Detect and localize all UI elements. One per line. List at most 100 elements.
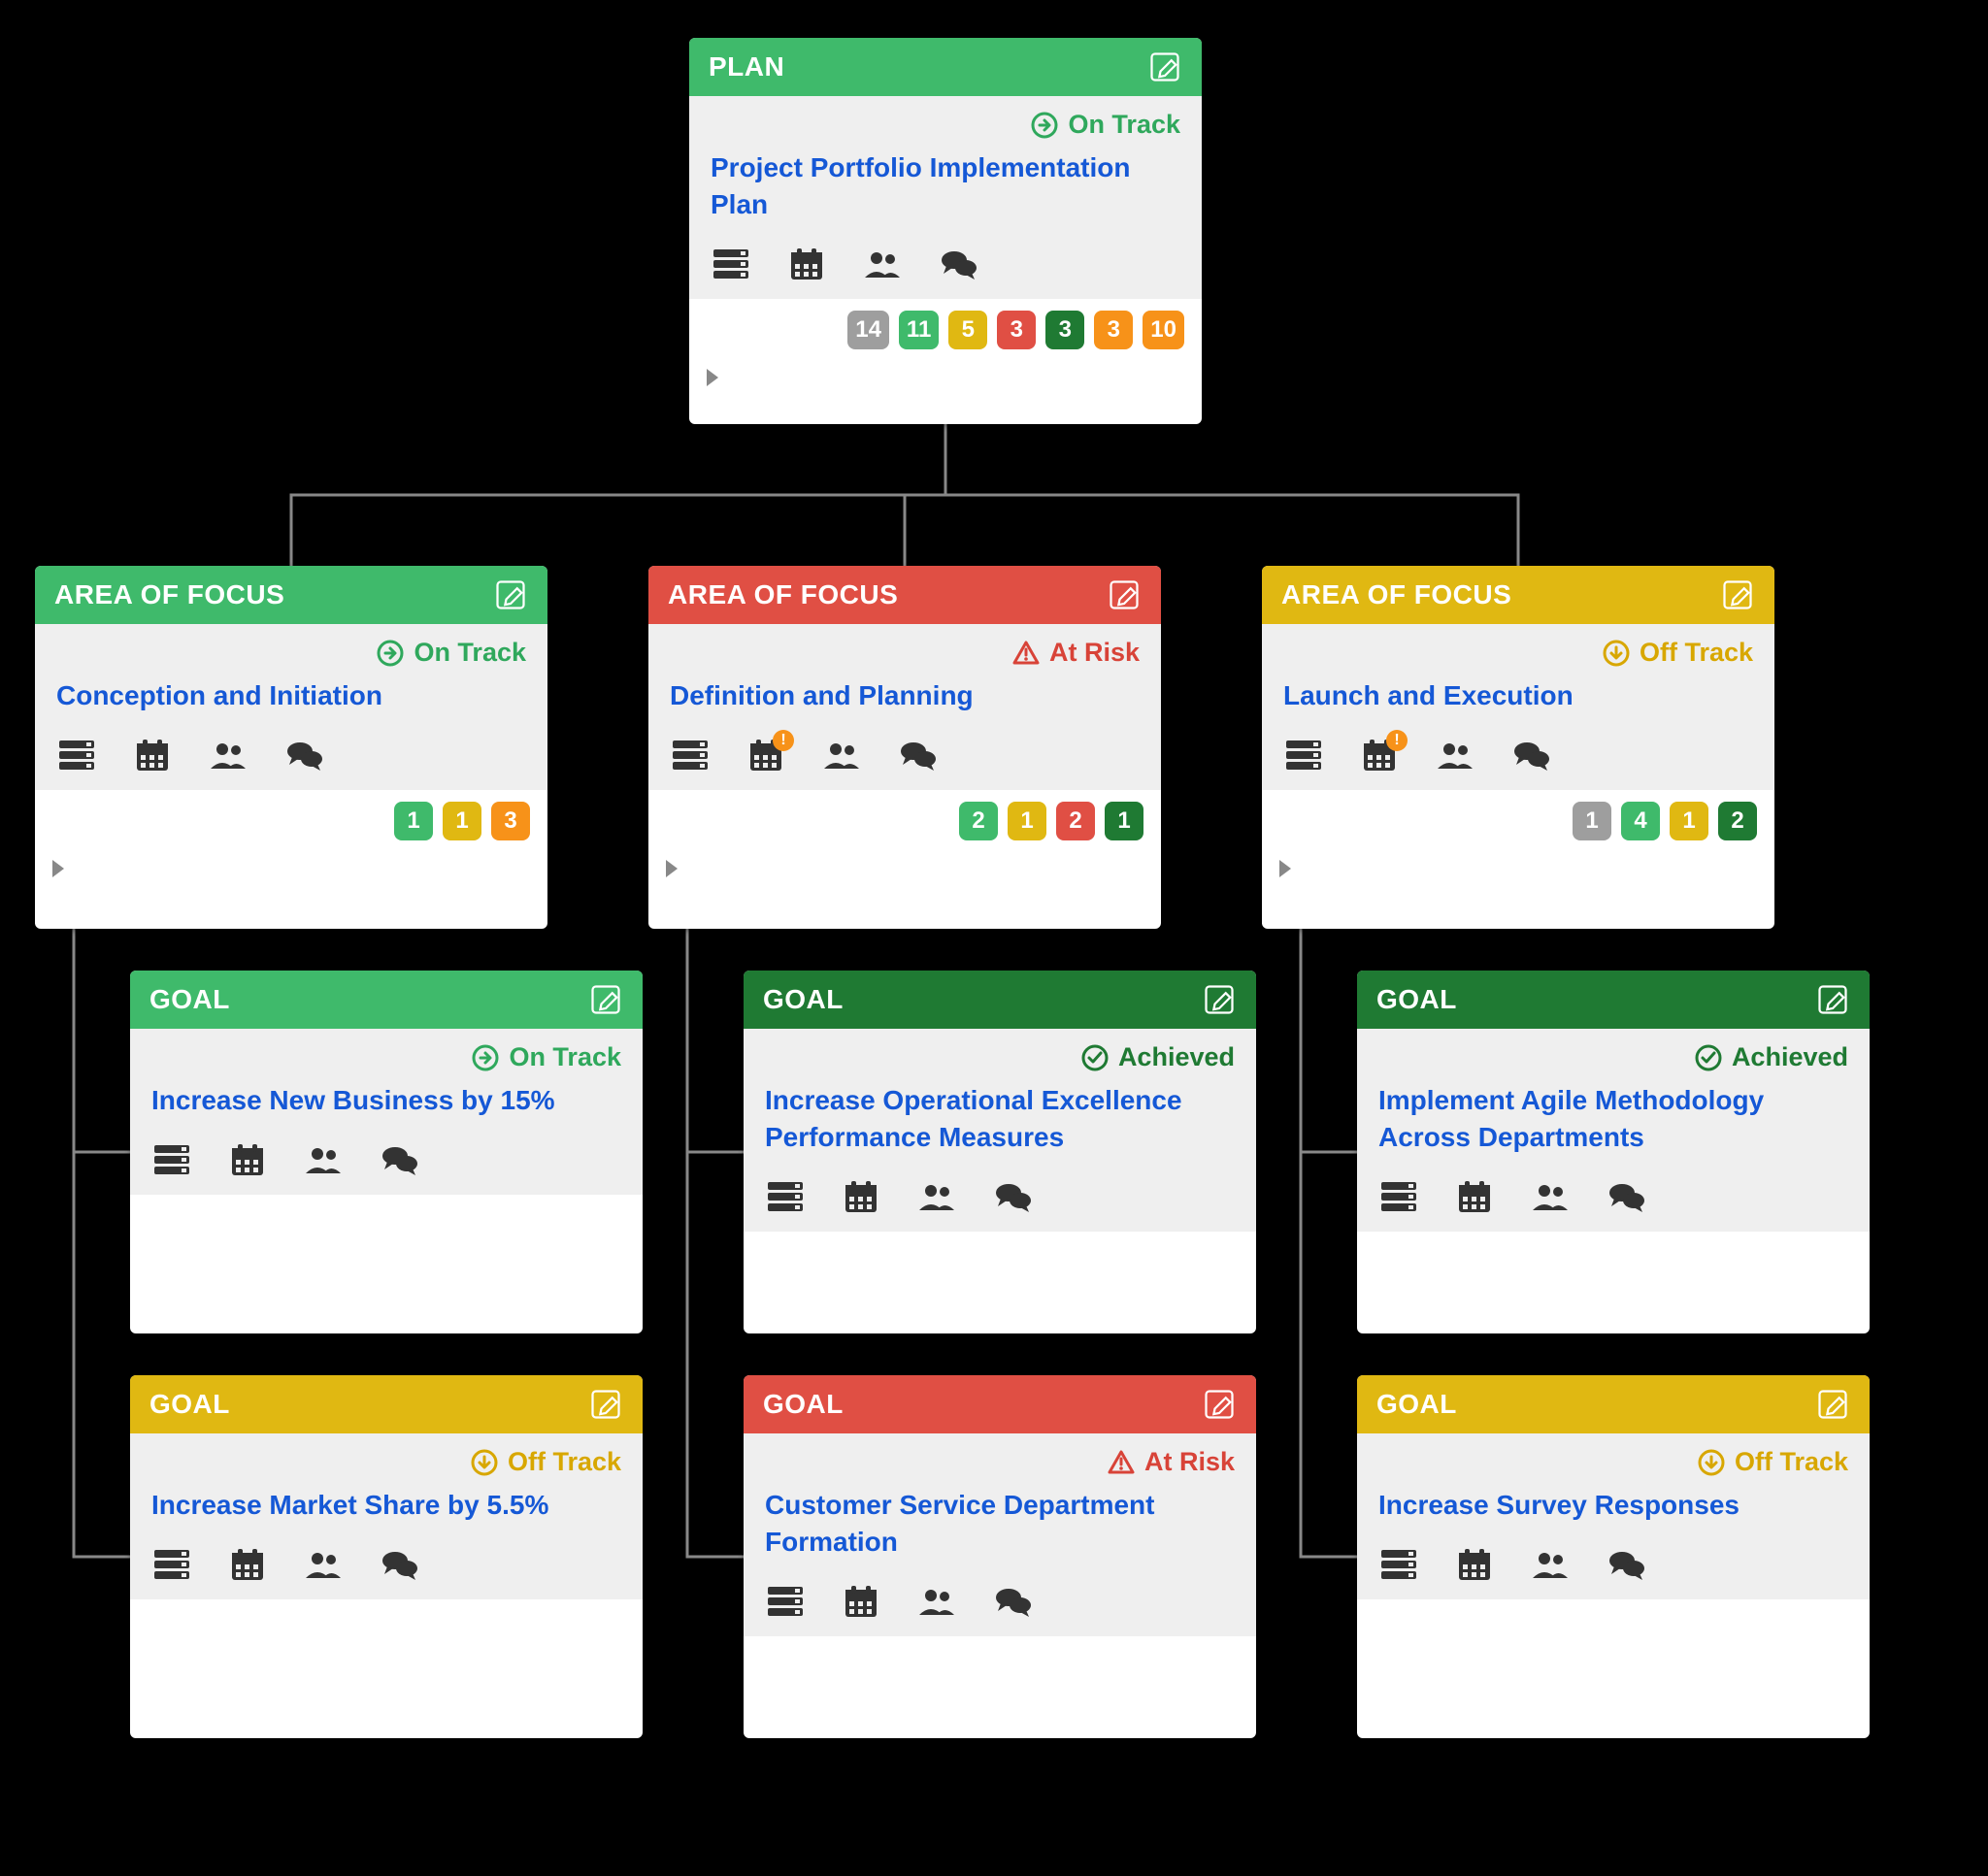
server-icon[interactable] (670, 738, 711, 773)
chat-icon[interactable] (992, 1584, 1033, 1619)
count-badge[interactable]: 3 (997, 311, 1036, 349)
server-icon[interactable] (711, 247, 751, 281)
expand-icon[interactable] (707, 369, 718, 386)
server-icon[interactable] (765, 1584, 806, 1619)
card-title-link[interactable]: Launch and Execution (1283, 677, 1753, 714)
status-text: On Track (1068, 110, 1180, 140)
calendar-icon[interactable] (786, 247, 827, 281)
calendar-icon[interactable]: ! (746, 738, 786, 773)
count-badge[interactable]: 1 (394, 802, 433, 840)
calendar-icon[interactable] (1454, 1179, 1495, 1214)
people-icon[interactable] (1530, 1547, 1571, 1582)
people-icon[interactable] (862, 247, 903, 281)
server-icon[interactable] (1283, 738, 1324, 773)
calendar-icon[interactable] (132, 738, 173, 773)
people-icon[interactable] (208, 738, 248, 773)
count-badge[interactable]: 4 (1621, 802, 1660, 840)
count-badge[interactable]: 1 (1008, 802, 1046, 840)
people-icon[interactable] (1530, 1179, 1571, 1214)
expand-icon[interactable] (666, 860, 678, 877)
calendar-icon[interactable] (227, 1142, 268, 1177)
people-icon[interactable] (303, 1142, 344, 1177)
server-icon[interactable] (765, 1179, 806, 1214)
chat-icon[interactable] (1510, 738, 1551, 773)
calendar-icon[interactable]: ! (1359, 738, 1400, 773)
edit-icon[interactable] (588, 1387, 623, 1422)
calendar-icon[interactable] (841, 1179, 881, 1214)
server-icon[interactable] (151, 1142, 192, 1177)
card-title-link[interactable]: Conception and Initiation (56, 677, 526, 714)
card-header: PLAN (689, 38, 1202, 96)
chat-icon[interactable] (992, 1179, 1033, 1214)
status-text: On Track (414, 638, 526, 668)
chat-icon[interactable] (1606, 1179, 1646, 1214)
status-text: Off Track (1735, 1447, 1848, 1477)
status-icon (1081, 1044, 1109, 1071)
edit-icon[interactable] (1147, 49, 1182, 84)
edit-icon[interactable] (1720, 577, 1755, 612)
chat-icon[interactable] (283, 738, 324, 773)
people-icon[interactable] (1435, 738, 1475, 773)
people-icon[interactable] (303, 1547, 344, 1582)
edit-icon[interactable] (1107, 577, 1142, 612)
edit-icon[interactable] (1815, 1387, 1850, 1422)
action-icon-row (1378, 1179, 1848, 1214)
people-icon[interactable] (916, 1179, 957, 1214)
count-badge[interactable]: 3 (491, 802, 530, 840)
card-plan: PLAN On Track Project Portfolio Implementa… (689, 38, 1202, 424)
card-type-label: GOAL (1376, 1389, 1457, 1420)
count-badge[interactable]: 10 (1143, 311, 1184, 349)
status-row: Off Track (1378, 1447, 1848, 1477)
chat-icon[interactable] (379, 1547, 419, 1582)
card-title-link[interactable]: Increase New Business by 15% (151, 1082, 621, 1119)
chat-icon[interactable] (379, 1142, 419, 1177)
count-badge[interactable]: 5 (948, 311, 987, 349)
status-row: At Risk (765, 1447, 1235, 1477)
server-icon[interactable] (151, 1547, 192, 1582)
status-icon (1698, 1449, 1725, 1476)
edit-icon[interactable] (1202, 982, 1237, 1017)
card-title-link[interactable]: Increase Operational Excellence Performa… (765, 1082, 1235, 1156)
status-icon (1695, 1044, 1722, 1071)
server-icon[interactable] (1378, 1179, 1419, 1214)
count-badge[interactable]: 2 (959, 802, 998, 840)
count-badge[interactable]: 1 (443, 802, 481, 840)
count-badge[interactable]: 1 (1573, 802, 1611, 840)
count-badge[interactable]: 3 (1094, 311, 1133, 349)
status-text: Off Track (508, 1447, 621, 1477)
count-badge[interactable]: 14 (847, 311, 889, 349)
calendar-icon[interactable] (227, 1547, 268, 1582)
count-badge[interactable]: 1 (1670, 802, 1708, 840)
count-badge[interactable]: 1 (1105, 802, 1143, 840)
card-title-link[interactable]: Customer Service Department Formation (765, 1487, 1235, 1561)
chat-icon[interactable] (938, 247, 978, 281)
edit-icon[interactable] (493, 577, 528, 612)
count-badge[interactable]: 2 (1718, 802, 1757, 840)
count-badge[interactable]: 2 (1056, 802, 1095, 840)
card-title-link[interactable]: Implement Agile Methodology Across Depar… (1378, 1082, 1848, 1156)
card-title-link[interactable]: Increase Market Share by 5.5% (151, 1487, 621, 1524)
server-icon[interactable] (56, 738, 97, 773)
chat-icon[interactable] (1606, 1547, 1646, 1582)
edit-icon[interactable] (1815, 982, 1850, 1017)
status-row: On Track (711, 110, 1180, 140)
expand-icon[interactable] (1279, 860, 1291, 877)
count-badge[interactable]: 11 (899, 311, 939, 349)
edit-icon[interactable] (588, 982, 623, 1017)
card-title-link[interactable]: Project Portfolio Implementation Plan (711, 149, 1180, 223)
calendar-icon[interactable] (1454, 1547, 1495, 1582)
status-row: Achieved (765, 1042, 1235, 1072)
people-icon[interactable] (916, 1584, 957, 1619)
status-text: On Track (509, 1042, 621, 1072)
card-body: On Track Increase New Business by 15% (130, 1029, 643, 1195)
calendar-icon[interactable] (841, 1584, 881, 1619)
card-title-link[interactable]: Definition and Planning (670, 677, 1140, 714)
card-title-link[interactable]: Increase Survey Responses (1378, 1487, 1848, 1524)
expand-icon[interactable] (52, 860, 64, 877)
chat-icon[interactable] (897, 738, 938, 773)
card-goal2a: GOALAchievedIncrease Operational Excelle… (744, 971, 1256, 1333)
people-icon[interactable] (821, 738, 862, 773)
server-icon[interactable] (1378, 1547, 1419, 1582)
count-badge[interactable]: 3 (1045, 311, 1084, 349)
edit-icon[interactable] (1202, 1387, 1237, 1422)
